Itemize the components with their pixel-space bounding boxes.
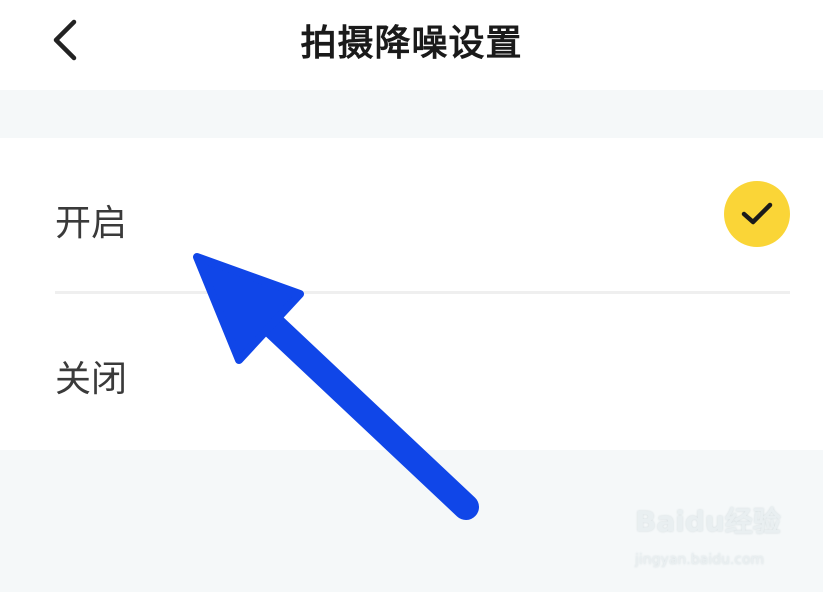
watermark-url: jingyan.baidu.com <box>635 552 765 568</box>
options-list: 开启 关闭 <box>0 138 823 450</box>
option-on[interactable]: 开启 <box>0 138 823 288</box>
option-off-label: 关闭 <box>55 359 128 400</box>
header: 拍摄降噪设置 <box>0 0 823 90</box>
watermark: Baidu经验 jingyan.baidu.com <box>635 500 785 580</box>
check-icon <box>724 181 790 247</box>
section-gap <box>0 90 823 138</box>
option-off[interactable]: 关闭 <box>0 294 823 444</box>
page-title: 拍摄降噪设置 <box>300 23 523 64</box>
watermark-brand: Baidu经验 <box>635 505 781 538</box>
option-on-label: 开启 <box>55 203 128 244</box>
